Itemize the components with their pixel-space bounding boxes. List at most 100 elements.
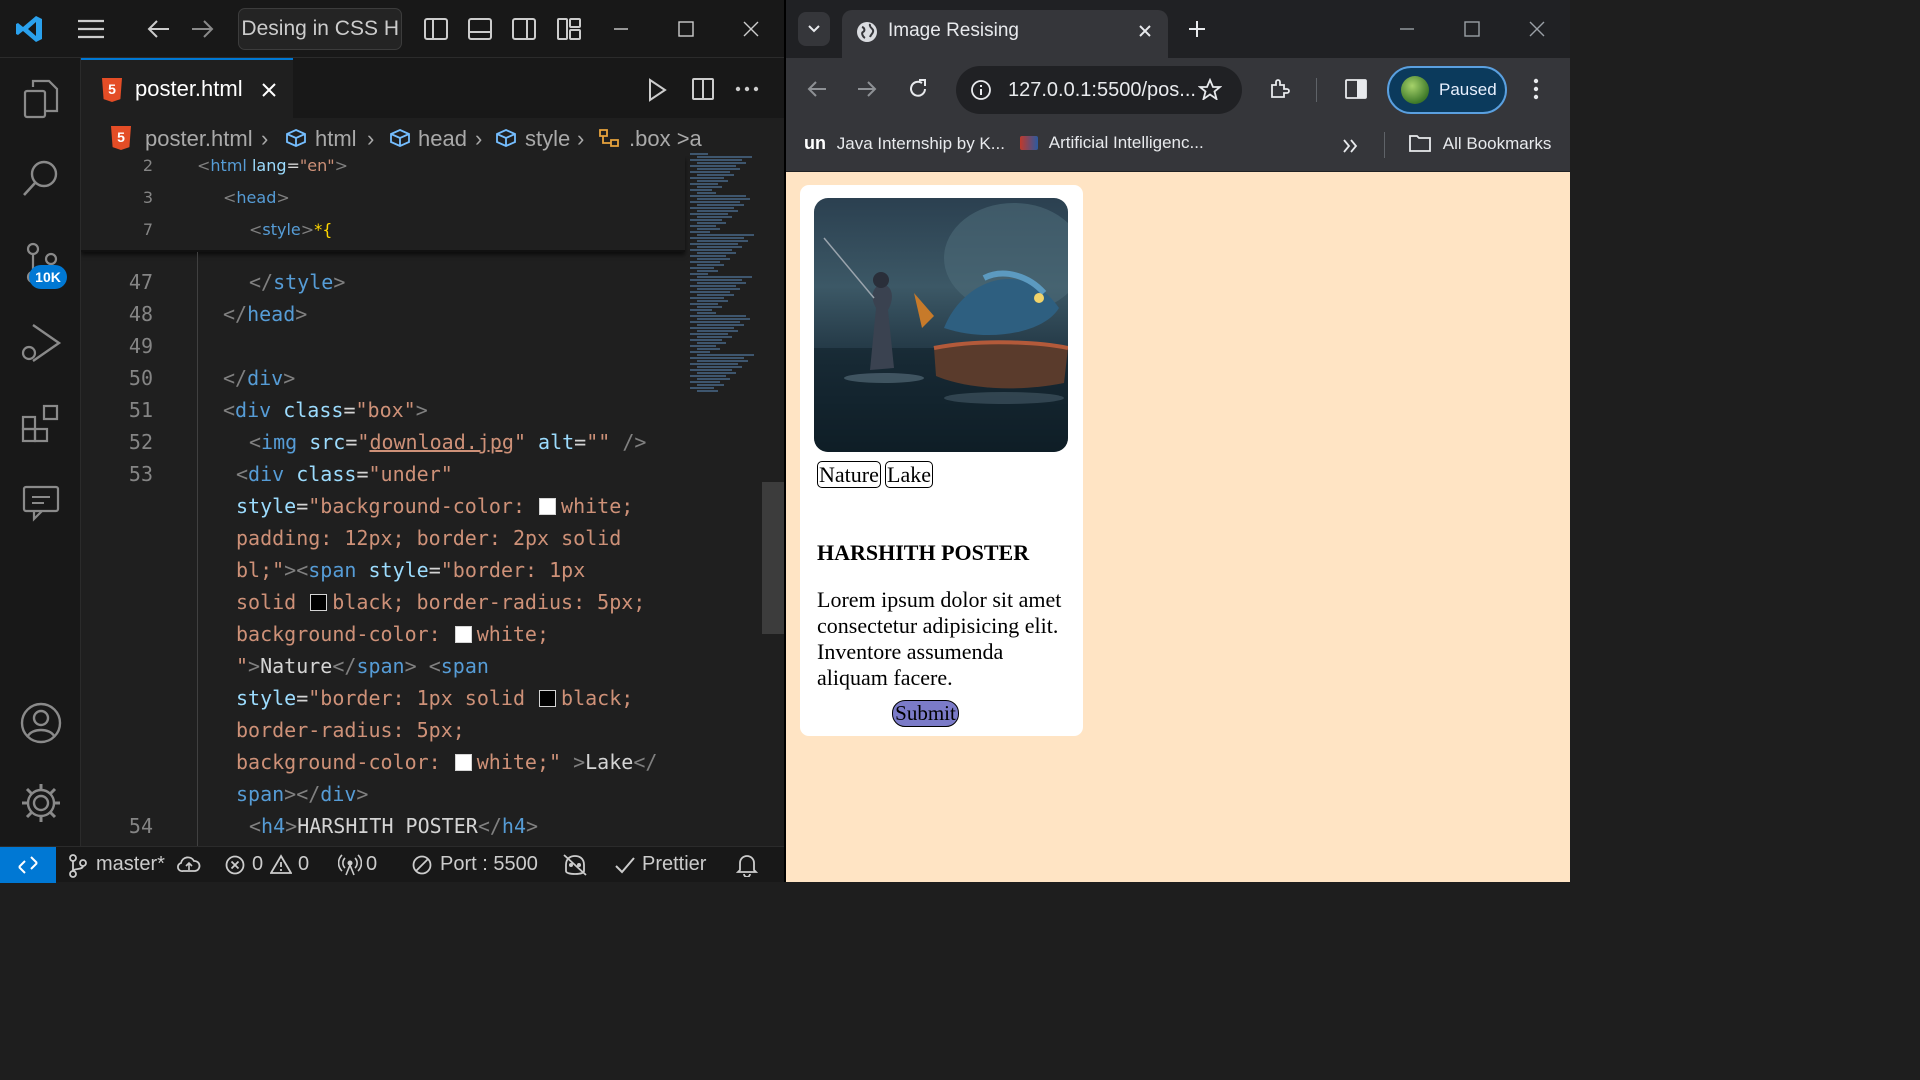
minimap-line bbox=[690, 189, 712, 191]
back-arrow-icon[interactable] bbox=[143, 14, 173, 44]
forward-arrow-icon[interactable] bbox=[856, 79, 878, 99]
maximize-icon[interactable] bbox=[1463, 20, 1481, 38]
explorer-icon[interactable] bbox=[18, 76, 64, 122]
reload-icon[interactable] bbox=[907, 78, 929, 100]
run-debug-icon[interactable] bbox=[18, 320, 64, 366]
minimap-line bbox=[697, 174, 734, 176]
remote-indicator[interactable] bbox=[0, 847, 56, 883]
code-line[interactable]: padding: 12px; border: 2px solid bbox=[236, 522, 621, 554]
sticky-code-line[interactable]: <html lang="en"> bbox=[197, 156, 348, 175]
line-number: 48 bbox=[128, 302, 153, 326]
accounts-icon[interactable] bbox=[18, 700, 64, 746]
profile-paused-button[interactable]: Paused bbox=[1387, 66, 1507, 114]
kebab-menu-icon[interactable] bbox=[1533, 78, 1539, 100]
remote-explorer-icon[interactable] bbox=[18, 480, 64, 526]
close-window-icon[interactable] bbox=[1528, 20, 1546, 38]
code-line[interactable]: </style> bbox=[249, 266, 345, 298]
split-editor-icon[interactable] bbox=[691, 77, 715, 101]
code-token: HARSHITH POSTER bbox=[297, 814, 478, 838]
color-swatch[interactable] bbox=[454, 626, 472, 643]
minimize-icon[interactable] bbox=[1398, 20, 1416, 38]
sync-cloud-icon[interactable] bbox=[176, 855, 202, 875]
all-bookmarks-button[interactable]: All Bookmarks bbox=[1408, 133, 1551, 154]
ports-count[interactable]: 0 bbox=[366, 853, 377, 876]
breadcrumb-html[interactable]: html bbox=[315, 126, 357, 152]
code-token: background-color: bbox=[236, 750, 453, 774]
code-line[interactable]: </head> bbox=[223, 298, 307, 330]
live-server-port[interactable]: Port : 5500 bbox=[440, 853, 538, 876]
git-branch[interactable]: master* bbox=[96, 853, 165, 876]
git-branch-icon bbox=[69, 854, 87, 878]
close-tab-icon[interactable] bbox=[261, 82, 277, 98]
extensions-icon[interactable] bbox=[18, 400, 64, 446]
breadcrumb-selector[interactable]: .box >a bbox=[629, 126, 702, 152]
error-count[interactable]: 0 bbox=[252, 853, 263, 876]
minimap-line bbox=[697, 276, 752, 278]
toggle-panel-icon[interactable] bbox=[465, 14, 495, 44]
more-bookmarks-chevron-icon[interactable] bbox=[1342, 138, 1358, 154]
settings-gear-icon[interactable] bbox=[18, 780, 64, 826]
editor-scrollbar[interactable] bbox=[762, 482, 784, 634]
maximize-icon[interactable] bbox=[671, 14, 701, 44]
color-swatch[interactable] bbox=[539, 690, 557, 707]
site-info-icon[interactable] bbox=[970, 79, 992, 101]
menu-icon[interactable] bbox=[76, 14, 106, 44]
code-line[interactable]: solid black; border-radius: 5px; bbox=[236, 586, 645, 618]
back-arrow-icon[interactable] bbox=[806, 79, 828, 99]
code-line[interactable]: </div> bbox=[223, 362, 295, 394]
code-token: ></ bbox=[284, 782, 321, 806]
search-icon[interactable] bbox=[18, 156, 64, 202]
customize-layout-icon[interactable] bbox=[554, 14, 584, 44]
more-actions-icon[interactable] bbox=[735, 86, 759, 92]
toggle-secondary-sidebar-icon[interactable] bbox=[509, 14, 539, 44]
code-line[interactable]: <div class="under" bbox=[236, 458, 453, 490]
extensions-puzzle-icon[interactable] bbox=[1268, 77, 1292, 101]
close-tab-icon[interactable] bbox=[1138, 24, 1152, 38]
code-line[interactable]: background-color: white; bbox=[236, 618, 549, 650]
notifications-bell-icon[interactable] bbox=[736, 853, 758, 877]
close-window-icon[interactable] bbox=[736, 14, 766, 44]
minimap-line bbox=[690, 309, 712, 311]
bookmark-star-icon[interactable] bbox=[1198, 78, 1222, 100]
code-editor[interactable]: 47 </style> 48 </head> 49 50 </div> 51 <div clas… bbox=[81, 156, 784, 846]
forward-arrow-icon[interactable] bbox=[188, 14, 218, 44]
sticky-code-line[interactable]: <style>*{ bbox=[249, 220, 332, 239]
warning-count[interactable]: 0 bbox=[298, 853, 309, 876]
copilot-disabled-icon[interactable] bbox=[562, 853, 588, 877]
code-line[interactable]: border-radius: 5px; bbox=[236, 714, 465, 746]
toggle-primary-sidebar-icon[interactable] bbox=[421, 14, 451, 44]
color-swatch[interactable] bbox=[454, 754, 472, 771]
minimap[interactable] bbox=[690, 153, 760, 403]
code-line[interactable]: bl;"><span style="border: 1px bbox=[236, 554, 585, 586]
code-line[interactable]: style="background-color: white; bbox=[236, 490, 633, 522]
code-token: </ bbox=[633, 750, 658, 774]
color-swatch[interactable] bbox=[539, 498, 557, 515]
submit-button[interactable]: Submit bbox=[892, 700, 959, 727]
minimize-icon[interactable] bbox=[606, 14, 636, 44]
code-line[interactable]: <div class="box"> bbox=[223, 394, 428, 426]
code-token: "border: 1px bbox=[440, 558, 586, 582]
color-swatch[interactable] bbox=[310, 594, 328, 611]
breadcrumb-style[interactable]: style bbox=[525, 126, 570, 152]
breadcrumb-file[interactable]: poster.html bbox=[145, 126, 253, 152]
tab-search-button[interactable] bbox=[798, 12, 830, 46]
bookmark-item[interactable]: Artificial Intelligenc... bbox=[1020, 133, 1204, 153]
code-line[interactable]: <h4>HARSHITH POSTER</h4> bbox=[249, 810, 538, 842]
code-line[interactable]: ">Nature</span> <span bbox=[236, 650, 489, 682]
side-panel-icon[interactable] bbox=[1344, 78, 1368, 100]
code-line[interactable]: span></div> bbox=[236, 778, 368, 810]
code-line[interactable]: style="border: 1px solid black; bbox=[236, 682, 633, 714]
code-line[interactable]: <img src="download.jpg" alt="" /> bbox=[249, 426, 646, 458]
bookmark-item[interactable]: un Java Internship by K... bbox=[804, 133, 1005, 154]
prettier-status[interactable]: Prettier bbox=[642, 853, 706, 876]
sticky-code-line[interactable]: <head> bbox=[223, 188, 290, 207]
new-tab-plus-icon[interactable] bbox=[1187, 19, 1207, 39]
tab-poster-html[interactable]: 5 poster.html bbox=[81, 58, 293, 118]
code-line[interactable]: background-color: white;" >Lake</ bbox=[236, 746, 657, 778]
run-file-icon[interactable] bbox=[647, 78, 667, 102]
browser-tab-active[interactable]: Image Resising bbox=[842, 10, 1168, 58]
command-center[interactable]: er Desing in CSS H bbox=[238, 8, 402, 50]
breadcrumb-head[interactable]: head bbox=[418, 126, 467, 152]
folder-icon bbox=[1409, 135, 1431, 152]
